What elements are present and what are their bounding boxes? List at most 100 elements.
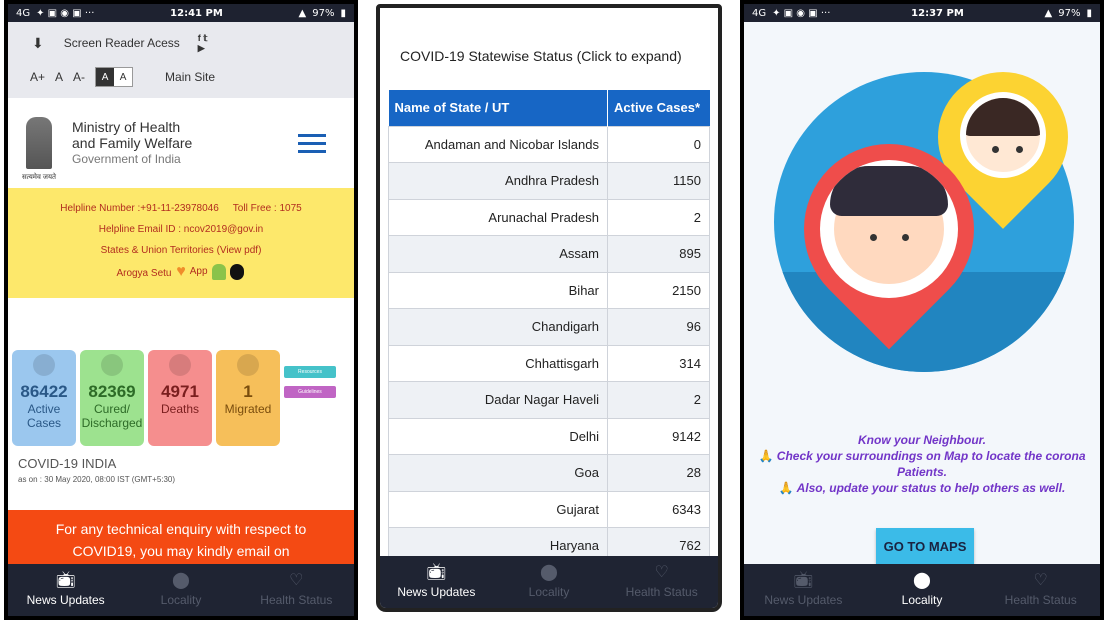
national-emblem-logo: सत्यमेव जयते <box>18 104 60 182</box>
active-cases-cell: 2 <box>607 381 710 419</box>
guidelines-button[interactable]: Guidelines <box>284 386 336 398</box>
tab-label: Locality <box>160 593 202 607</box>
phone-home-screen: 4G ✦ ▣ ◉ ▣ ··· 12:41 PM ▲ 97% ▮ ⬇ Screen Re… <box>4 0 358 620</box>
enquiry-banner: For any technical enquiry with respect t… <box>8 510 354 568</box>
state-name-cell: Chandigarh <box>388 308 608 346</box>
active-cases-cell: 28 <box>607 454 710 492</box>
battery-level: 97% <box>312 7 335 19</box>
resources-button[interactable]: Resources <box>284 366 336 378</box>
signal-icon: ▲ <box>1044 7 1053 19</box>
state-name-cell: Goa <box>388 454 608 492</box>
states-pdf-link[interactable]: States & Union Territories (View pdf) <box>14 240 348 261</box>
tab-news-updates[interactable]: 📺︎ News Updates <box>8 564 123 616</box>
tab-news-updates[interactable]: 📺︎ News Updates <box>380 556 493 608</box>
table-row[interactable]: Gujarat 6343 <box>388 490 710 528</box>
apple-icon[interactable] <box>229 263 244 280</box>
stat-card-cured: 82369 Cured/ Discharged <box>80 350 144 446</box>
tab-locality[interactable]: ⬤ Locality <box>493 556 606 608</box>
ministry-name-line1: Ministry of Health <box>72 119 181 135</box>
government-label: Government of India <box>72 152 181 166</box>
table-row[interactable]: Chhattisgarh 314 <box>388 344 710 382</box>
column-header-active[interactable]: Active Cases* <box>607 90 710 126</box>
stat-value: 82369 <box>88 382 136 401</box>
girl-avatar <box>960 92 1046 178</box>
main-site-link[interactable]: Main Site <box>165 70 215 84</box>
state-name-cell: Assam <box>388 235 608 273</box>
tab-label: Health Status <box>260 593 333 607</box>
network-indicator: 4G <box>16 7 31 19</box>
facebook-icon[interactable]: f 𝕥 <box>198 33 208 43</box>
tab-health-status[interactable]: ♡ Health Status <box>605 556 718 608</box>
toll-free-number[interactable]: Toll Free : 1075 <box>233 198 302 219</box>
bottom-nav: 📺︎ News Updates ⬤ Locality ♡ Health Status <box>744 564 1100 616</box>
youtube-icon[interactable]: ▶ <box>198 43 208 53</box>
helpline-email[interactable]: Helpline Email ID : ncov2019@gov.in <box>14 219 348 240</box>
clock: 12:41 PM <box>170 7 223 19</box>
active-cases-cell: 96 <box>607 308 710 346</box>
heart-icon: ♡ <box>654 564 669 581</box>
bottom-nav: 📺︎ News Updates ⬤ Locality ♡ Health Status <box>8 564 354 616</box>
column-header-state[interactable]: Name of State / UT <box>388 90 608 126</box>
stats-cards: 86422 Active Cases 82369 Cured/ Discharg… <box>8 350 354 446</box>
tv-icon: 📺︎ <box>426 564 447 581</box>
location-pin-icon: ⬤ <box>540 564 558 581</box>
phone-locality-screen: 4G ✦ ▣ ◉ ▣ ··· 12:37 PM ▲ 97% ▮ Know your N… <box>740 0 1104 620</box>
contrast-light-button[interactable]: A <box>114 68 133 86</box>
helpline-number[interactable]: Helpline Number :+91-11-23978046 <box>60 198 219 219</box>
tab-news-updates[interactable]: 📺︎ News Updates <box>744 564 863 616</box>
arogya-heart-icon: ♥ <box>176 263 186 280</box>
social-icons: f 𝕥 ▶ <box>198 33 208 53</box>
tab-health-status[interactable]: ♡ Health Status <box>981 564 1100 616</box>
heart-icon: ♡ <box>1033 572 1048 589</box>
arogya-setu-label: Arogya Setu <box>116 268 172 279</box>
contrast-toggle[interactable]: A A <box>95 67 134 87</box>
emblem-caption: सत्यमेव जयते <box>21 174 57 181</box>
go-to-maps-button[interactable]: GO TO MAPS <box>876 528 974 564</box>
tab-label: Locality <box>901 593 943 607</box>
india-summary: COVID-19 INDIA as on : 30 May 2020, 08:0… <box>8 446 354 484</box>
ministry-header: सत्यमेव जयते Ministry of Health and Fami… <box>8 98 354 188</box>
table-row[interactable]: Dadar Nagar Haveli 2 <box>388 381 710 419</box>
screen-reader-link[interactable]: Screen Reader Acess <box>54 36 180 50</box>
status-bar: 4G ✦ ▣ ◉ ▣ ··· 12:41 PM ▲ 97% ▮ <box>8 4 354 22</box>
tab-health-status[interactable]: ♡ Health Status <box>239 564 354 616</box>
state-name-cell: Dadar Nagar Haveli <box>388 381 608 419</box>
tab-label: News Updates <box>764 593 843 607</box>
bottom-nav: 📺︎ News Updates ⬤ Locality ♡ Health Status <box>380 556 718 608</box>
know-line1: Check your surroundings on Map to locate… <box>776 449 1086 479</box>
table-row[interactable]: Andhra Pradesh 1150 <box>388 162 710 200</box>
table-row[interactable]: Chandigarh 96 <box>388 308 710 346</box>
state-name-cell: Gujarat <box>388 490 608 528</box>
accessibility-bar: ⬇ Screen Reader Acess f 𝕥 ▶ A+ A A- A A … <box>8 22 354 98</box>
font-decrease-button[interactable]: A- <box>73 70 85 84</box>
font-normal-button[interactable]: A <box>55 70 63 84</box>
table-row[interactable]: Goa 28 <box>388 454 710 492</box>
active-cases-cell: 6343 <box>607 490 710 528</box>
stat-label: Cases <box>26 416 61 430</box>
table-row[interactable]: Assam 895 <box>388 235 710 273</box>
table-row[interactable]: Bihar 2150 <box>388 271 710 309</box>
table-row[interactable]: Delhi 9142 <box>388 417 710 455</box>
state-name-cell: Bihar <box>388 271 608 309</box>
boy-avatar <box>820 160 958 298</box>
stat-card-deaths: 4971 Deaths <box>148 350 212 446</box>
tab-locality[interactable]: ⬤ Locality <box>863 564 982 616</box>
tab-label: Health Status <box>625 585 698 599</box>
skip-arrow-icon[interactable]: ⬇ <box>18 35 44 52</box>
state-name-cell: Andaman and Nicobar Islands <box>388 125 608 163</box>
stat-value: 1 <box>243 382 253 401</box>
contrast-dark-button[interactable]: A <box>96 68 115 86</box>
tab-label: Locality <box>528 585 570 599</box>
tab-locality[interactable]: ⬤ Locality <box>123 564 238 616</box>
statewise-title[interactable]: COVID-19 Statewise Status (Click to expa… <box>380 8 718 90</box>
location-pin-icon: ⬤ <box>172 572 190 589</box>
menu-icon[interactable] <box>298 133 326 153</box>
active-cases-cell: 0 <box>607 125 710 163</box>
table-row[interactable]: Arunachal Pradesh 2 <box>388 198 710 236</box>
android-icon[interactable] <box>211 263 226 280</box>
tab-label: News Updates <box>26 593 105 607</box>
table-row[interactable]: Andaman and Nicobar Islands 0 <box>388 125 710 163</box>
stat-label: Migrated <box>224 402 272 416</box>
state-name-cell: Delhi <box>388 417 608 455</box>
font-increase-button[interactable]: A+ <box>30 70 45 84</box>
